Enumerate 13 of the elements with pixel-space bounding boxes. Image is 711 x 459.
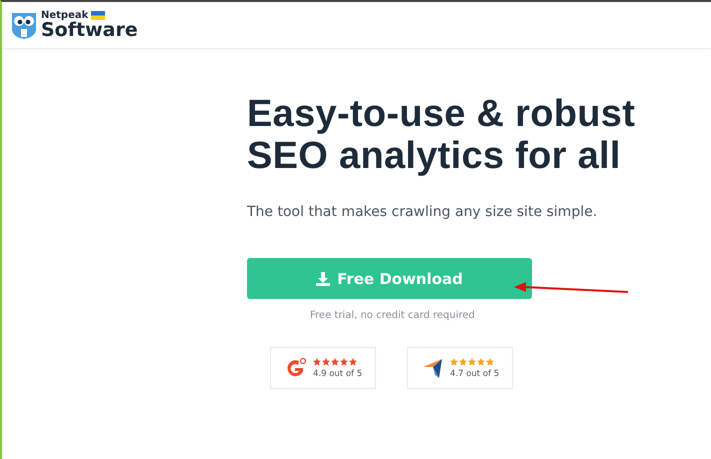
- rating-text: 4.7 out of 5: [450, 368, 500, 378]
- flag-icon: [91, 11, 106, 20]
- download-button[interactable]: Free Download: [247, 258, 532, 299]
- g2-logo-icon: [285, 357, 307, 379]
- logo-text: Software: [41, 20, 138, 40]
- paper-plane-icon: [422, 357, 444, 379]
- rating-text: 4.9 out of 5: [313, 368, 362, 378]
- owl-logo-icon: [11, 11, 37, 39]
- hero-heading: Easy-to-use & robust SEO analytics for all: [247, 93, 636, 177]
- download-icon: [316, 272, 330, 286]
- logo-text: Netpeak: [41, 10, 88, 20]
- trial-note: Free trial, no credit card required: [310, 310, 475, 321]
- hero-subtitle: The tool that makes crawling any size site simple.: [247, 204, 598, 220]
